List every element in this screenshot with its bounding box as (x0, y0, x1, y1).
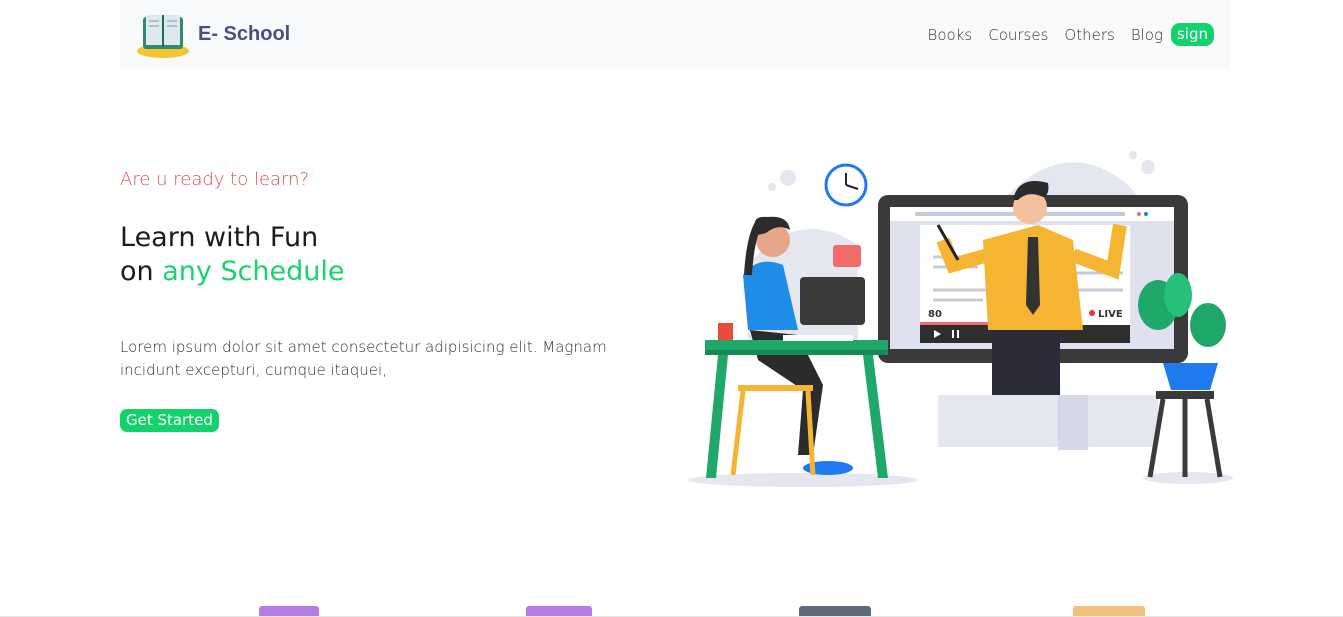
viewer-count: 80 (928, 309, 942, 320)
clock-icon (824, 163, 868, 207)
hero-description: Lorem ipsum dolor sit amet consectetur a… (120, 338, 607, 379)
hero-tagline: Are u ready to learn? (120, 169, 310, 190)
hero-title-accent: any Schedule (162, 256, 345, 287)
navbar: E- School Books Courses Others Blog sign (120, 0, 1230, 69)
nav-link-courses[interactable]: Courses (980, 26, 1056, 44)
book-logo-icon (137, 14, 189, 58)
nav-link-others[interactable]: Others (1056, 26, 1122, 44)
brand-name: E- School (198, 23, 291, 45)
desk (705, 323, 888, 478)
hero-title-prefix: on (120, 256, 163, 287)
nav-link-blog[interactable]: Blog (1123, 26, 1171, 44)
get-started-button[interactable]: Get Started (120, 409, 219, 432)
brand[interactable]: E- School (136, 11, 290, 59)
nav-links: Books Courses Others Blog sign (920, 23, 1214, 46)
nav-link-books[interactable]: Books (920, 26, 981, 44)
hero-title-line1: Learn with Fun (120, 222, 319, 253)
live-label: LIVE (1098, 309, 1123, 320)
online-learning-illustration: 80 LIVE (688, 151, 1233, 487)
sign-button[interactable]: sign (1170, 23, 1214, 46)
hero-title: Learn with Fun on any Schedule (120, 221, 345, 289)
